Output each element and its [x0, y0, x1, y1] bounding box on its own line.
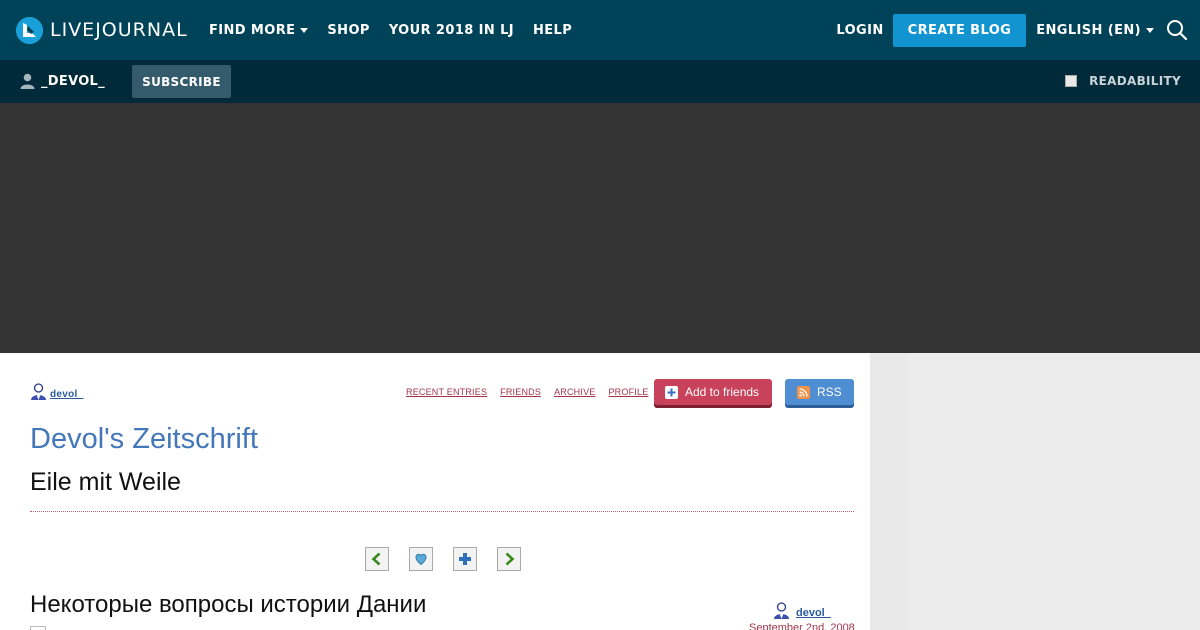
readability-toggle[interactable]: READABILITY: [1065, 74, 1181, 88]
search-icon[interactable]: [1166, 19, 1188, 41]
sidebar-panel: [908, 353, 1200, 630]
add-to-friends-button[interactable]: Add to friends: [654, 379, 772, 405]
chevron-down-icon: [1146, 27, 1154, 33]
add-to-memories-button[interactable]: [409, 547, 433, 571]
link-archive[interactable]: ARCHIVE: [554, 387, 595, 397]
post-title[interactable]: Некоторые вопросы истории Дании: [30, 591, 426, 619]
language-selector[interactable]: ENGLISH (EN): [1036, 23, 1154, 38]
banner-area: [0, 103, 1200, 353]
top-navigation-bar: LIVEJOURNAL FIND MORE SHOP YOUR 2018 IN …: [0, 0, 1200, 60]
journal-user-name: devol_: [50, 389, 84, 400]
post-date: September 2nd, 2008: [749, 622, 855, 630]
nav-year-in-lj[interactable]: YOUR 2018 IN LJ: [389, 23, 514, 38]
journal-owner-name: _DEVOL_: [41, 73, 105, 89]
livejournal-logo-icon: [16, 16, 43, 44]
journal-title[interactable]: Devol's Zeitschrift: [30, 423, 258, 456]
link-recent-entries[interactable]: RECENT ENTRIES: [406, 387, 487, 397]
journal-subtitle: Eile mit Weile: [30, 468, 181, 496]
account-nav: LOGIN CREATE BLOG ENGLISH (EN): [836, 0, 1200, 60]
readability-checkbox[interactable]: [1065, 75, 1078, 87]
add-entry-button[interactable]: [453, 547, 477, 571]
link-friends[interactable]: FRIENDS: [500, 387, 541, 397]
journal-content: devol_ RECENT ENTRIES FRIENDS ARCHIVE PR…: [0, 353, 870, 630]
rss-button[interactable]: RSS: [785, 379, 854, 405]
rss-icon: [797, 385, 810, 399]
nav-find-more[interactable]: FIND MORE: [209, 23, 309, 38]
post-image: [30, 626, 46, 630]
next-entry-button[interactable]: [497, 547, 521, 571]
journal-links: RECENT ENTRIES FRIENDS ARCHIVE PROFILE: [406, 387, 661, 397]
user-icon: [20, 73, 35, 89]
journal-user-link[interactable]: devol_: [30, 383, 83, 400]
journal-bar: _DEVOL_ SUBSCRIBE READABILITY: [0, 60, 1200, 103]
subscribe-button[interactable]: SUBSCRIBE: [132, 65, 231, 98]
journal-owner-link[interactable]: _DEVOL_: [20, 73, 105, 89]
login-link[interactable]: LOGIN: [836, 23, 883, 38]
previous-entry-button[interactable]: [365, 547, 389, 571]
logo-text: LIVEJOURNAL: [50, 19, 188, 41]
entry-navigation: [365, 547, 541, 571]
link-profile[interactable]: PROFILE: [608, 387, 648, 397]
post-author-link[interactable]: devol_: [773, 602, 831, 619]
user-icon: [774, 602, 789, 619]
post-author-name: devol_: [796, 607, 831, 619]
plus-icon: [665, 385, 678, 399]
main-nav: FIND MORE SHOP YOUR 2018 IN LJ HELP: [209, 0, 591, 60]
divider: [30, 511, 854, 512]
plus-icon: [459, 553, 471, 565]
heart-icon: [415, 553, 427, 566]
chevron-left-icon: [371, 552, 381, 566]
user-icon: [31, 383, 46, 400]
nav-shop[interactable]: SHOP: [327, 23, 369, 38]
nav-help[interactable]: HELP: [533, 23, 572, 38]
chevron-right-icon: [505, 552, 515, 566]
chevron-down-icon: [300, 27, 309, 33]
create-blog-button[interactable]: CREATE BLOG: [892, 13, 1027, 47]
livejournal-logo[interactable]: LIVEJOURNAL: [16, 15, 188, 45]
